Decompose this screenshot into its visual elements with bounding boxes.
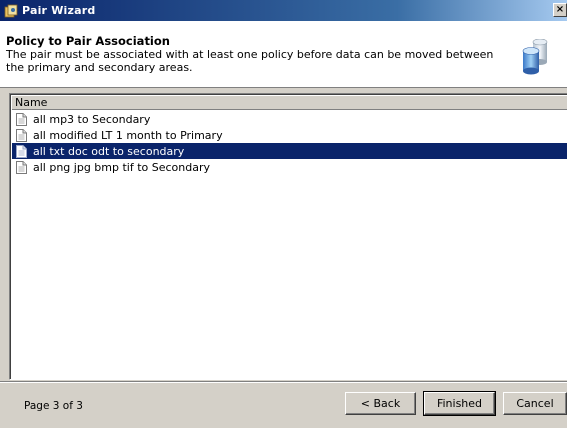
database-icon: [522, 39, 548, 75]
page-title: Policy to Pair Association: [6, 34, 170, 48]
page-indicator: Page 3 of 3: [24, 400, 83, 412]
column-header-name[interactable]: Name: [12, 96, 567, 110]
list-item-label: all png jpg bmp tif to Secondary: [33, 160, 211, 174]
list-item[interactable]: all modified LT 1 month to Primary: [12, 127, 567, 143]
close-button[interactable]: ×: [553, 3, 567, 17]
close-icon: ×: [555, 4, 565, 15]
window-title: Pair Wizard: [22, 4, 96, 17]
document-icon: [16, 144, 27, 158]
finished-button[interactable]: Finished: [423, 391, 496, 416]
list-item-label: all txt doc odt to secondary: [33, 144, 185, 158]
title-bar[interactable]: Pair Wizard ×: [0, 0, 567, 21]
wizard-app-icon: [4, 4, 18, 17]
list-item-selected[interactable]: all txt doc odt to secondary: [12, 143, 567, 159]
policy-rows: all mp3 to Secondary all modified LT 1 m…: [12, 111, 567, 175]
list-item-label: all modified LT 1 month to Primary: [33, 128, 223, 142]
list-item[interactable]: all png jpg bmp tif to Secondary: [12, 159, 567, 175]
list-item-label: all mp3 to Secondary: [33, 112, 151, 126]
wizard-header: Policy to Pair Association The pair must…: [0, 21, 567, 88]
policy-list[interactable]: Name all mp3 to Secondary all modified L…: [9, 93, 567, 380]
page-description: The pair must be associated with at leas…: [6, 48, 494, 74]
wizard-footer: Page 3 of 3 < Back Finished Cancel: [0, 381, 567, 428]
list-item[interactable]: all mp3 to Secondary: [12, 111, 567, 127]
document-icon: [16, 160, 27, 174]
back-button[interactable]: < Back: [345, 392, 416, 415]
document-icon: [16, 112, 27, 126]
cancel-button[interactable]: Cancel: [503, 392, 567, 415]
document-icon: [16, 128, 27, 142]
